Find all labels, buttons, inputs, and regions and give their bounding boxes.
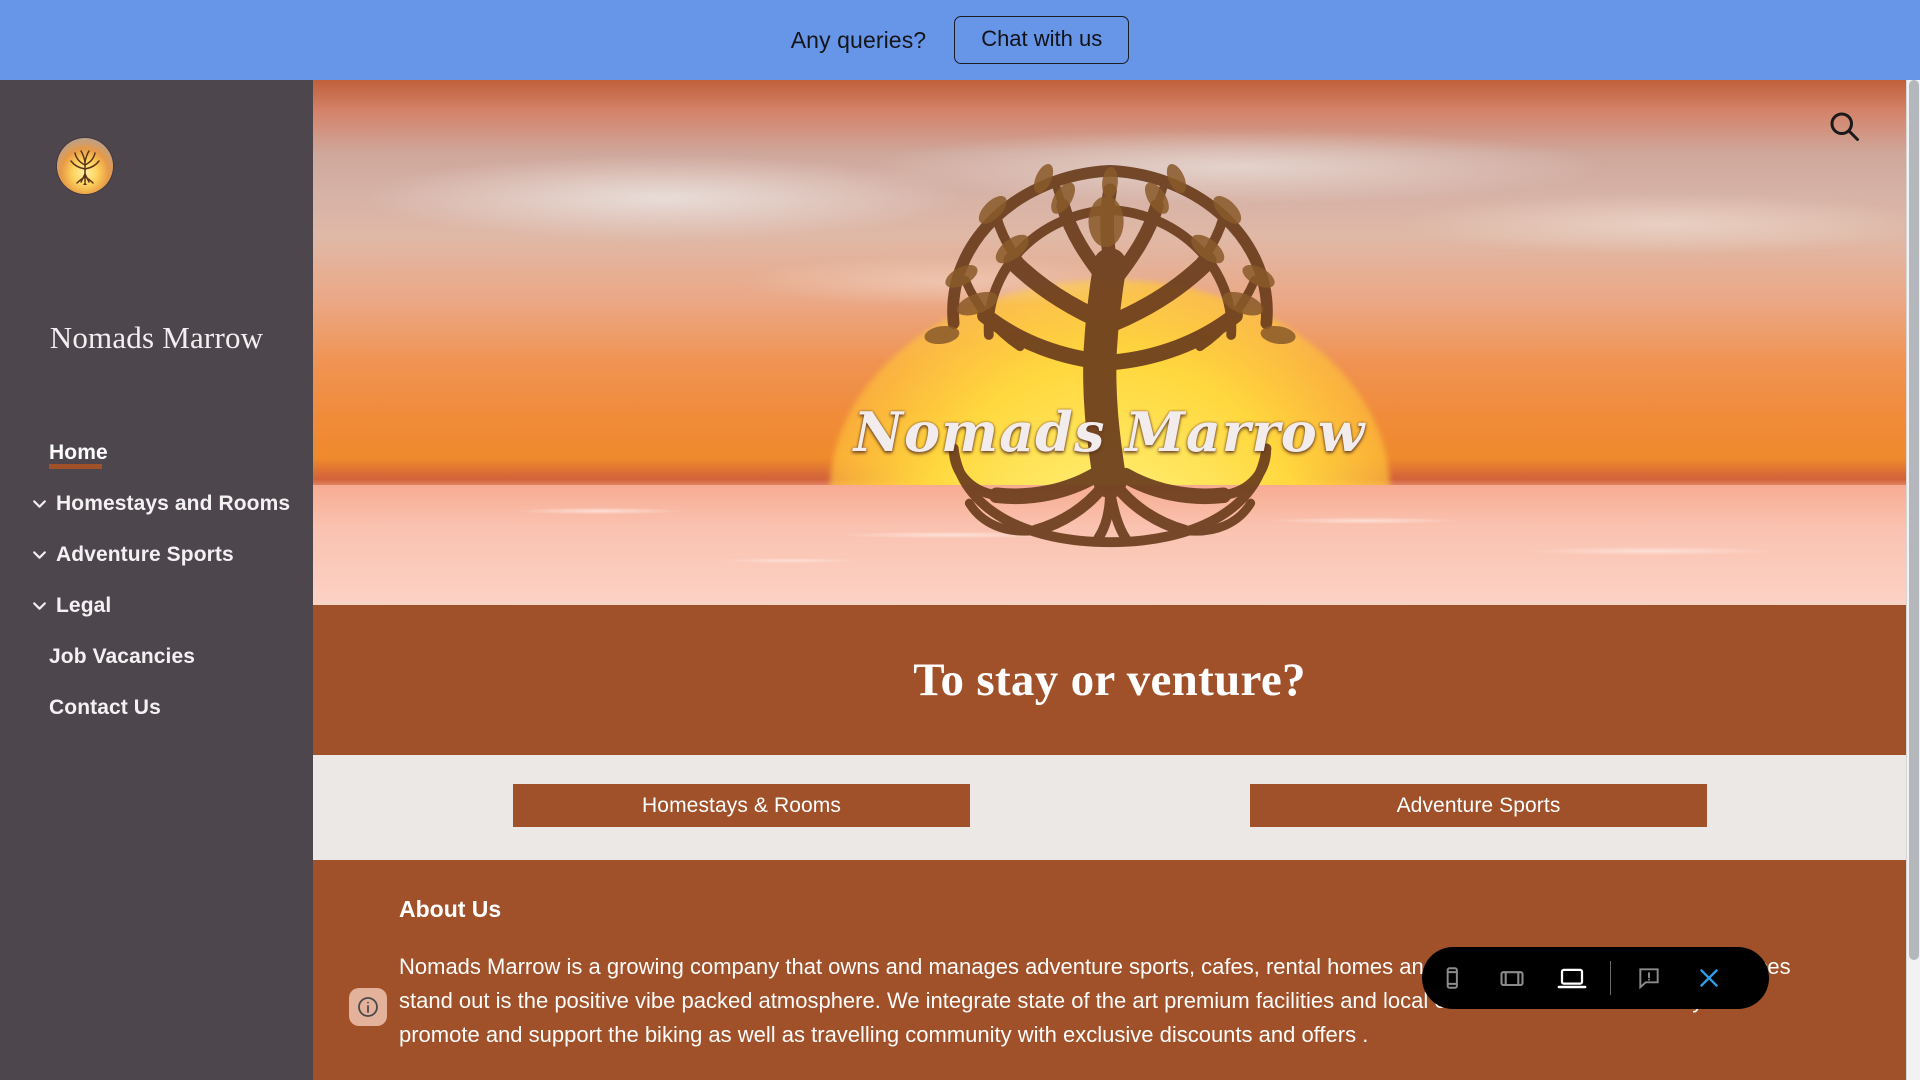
- chat-with-us-button[interactable]: Chat with us: [954, 16, 1130, 64]
- sidebar-brand-name: Nomads Marrow: [49, 320, 264, 355]
- sidebar-item-label: Homestays and Rooms: [56, 491, 291, 515]
- sidebar-item-label: Adventure Sports: [56, 542, 234, 566]
- scrollbar-thumb[interactable]: [1909, 80, 1919, 960]
- sidebar-item-label: Home: [49, 440, 108, 464]
- adventure-sports-button[interactable]: Adventure Sports: [1250, 784, 1707, 827]
- sidebar: Nomads Marrow Home Homestays and Rooms A…: [0, 80, 313, 1080]
- top-chat-bar: Any queries? Chat with us: [0, 0, 1920, 80]
- chevron-down-icon: [29, 597, 49, 614]
- page-headline: To stay or venture?: [913, 654, 1306, 706]
- hero-wordmark: Nomads Marrow: [853, 400, 1366, 464]
- sidebar-item-home[interactable]: Home: [0, 427, 313, 478]
- sidebar-item-adventure-sports[interactable]: Adventure Sports: [0, 529, 313, 580]
- close-icon[interactable]: [1679, 947, 1739, 1009]
- tablet-icon[interactable]: [1482, 947, 1542, 1009]
- sidebar-item-legal[interactable]: Legal: [0, 580, 313, 631]
- chevron-down-icon: [29, 546, 49, 563]
- about-title: About Us: [399, 896, 502, 922]
- sidebar-item-contact-us[interactable]: Contact Us: [0, 682, 313, 733]
- sidebar-item-homestays-and-rooms[interactable]: Homestays and Rooms: [0, 478, 313, 529]
- homestays-and-rooms-button[interactable]: Homestays & Rooms: [513, 784, 970, 827]
- cta-band: Homestays & Rooms Adventure Sports: [313, 755, 1906, 860]
- hero-banner: Nomads Marrow: [313, 80, 1906, 605]
- sidebar-item-label: Contact Us: [49, 695, 161, 719]
- chevron-down-icon: [29, 495, 49, 512]
- search-icon[interactable]: [1826, 108, 1862, 144]
- question-banner: To stay or venture?: [313, 605, 1906, 755]
- toolbar-divider: [1610, 961, 1611, 995]
- sidebar-item-label: Legal: [56, 593, 112, 617]
- mobile-phone-icon[interactable]: [1422, 947, 1482, 1009]
- sidebar-nav: Home Homestays and Rooms Adventure Sport…: [0, 427, 313, 733]
- tree-of-life-icon: [923, 164, 1296, 548]
- laptop-icon[interactable]: [1542, 947, 1602, 1009]
- query-prompt-text: Any queries?: [790, 26, 927, 53]
- feedback-icon[interactable]: [1619, 947, 1679, 1009]
- sidebar-item-label: Job Vacancies: [49, 644, 196, 668]
- sidebar-item-job-vacancies[interactable]: Job Vacancies: [0, 631, 313, 682]
- info-icon[interactable]: [349, 988, 387, 1026]
- device-preview-toolbar: [1422, 947, 1769, 1009]
- sidebar-brand-logo[interactable]: [57, 138, 113, 194]
- main-content: Nomads Marrow To stay or venture? Homest…: [313, 80, 1906, 1080]
- active-indicator: [49, 464, 102, 469]
- tree-of-life-icon: [57, 138, 113, 194]
- scrollbar-track[interactable]: [1906, 80, 1920, 1080]
- hero-tree-logo: [875, 120, 1345, 550]
